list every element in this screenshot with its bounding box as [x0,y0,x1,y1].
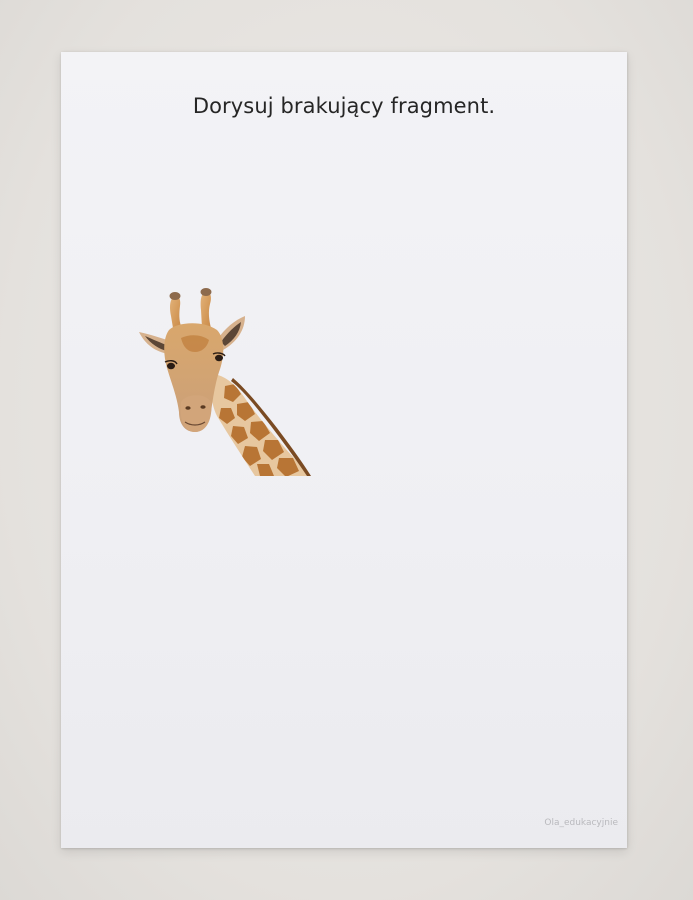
giraffe-eye-right [215,354,223,362]
giraffe-ossicone-right [200,291,211,328]
giraffe-head-icon [139,288,311,476]
author-credit: Ola_edukacyjnie [544,818,618,828]
giraffe-eye-left [167,362,175,370]
worksheet-page: Dorysuj brakujący fragment. Ola_edukacyj… [61,52,627,848]
giraffe-ossicone-left [170,295,181,328]
instruction-heading: Dorysuj brakujący fragment. [192,94,496,118]
